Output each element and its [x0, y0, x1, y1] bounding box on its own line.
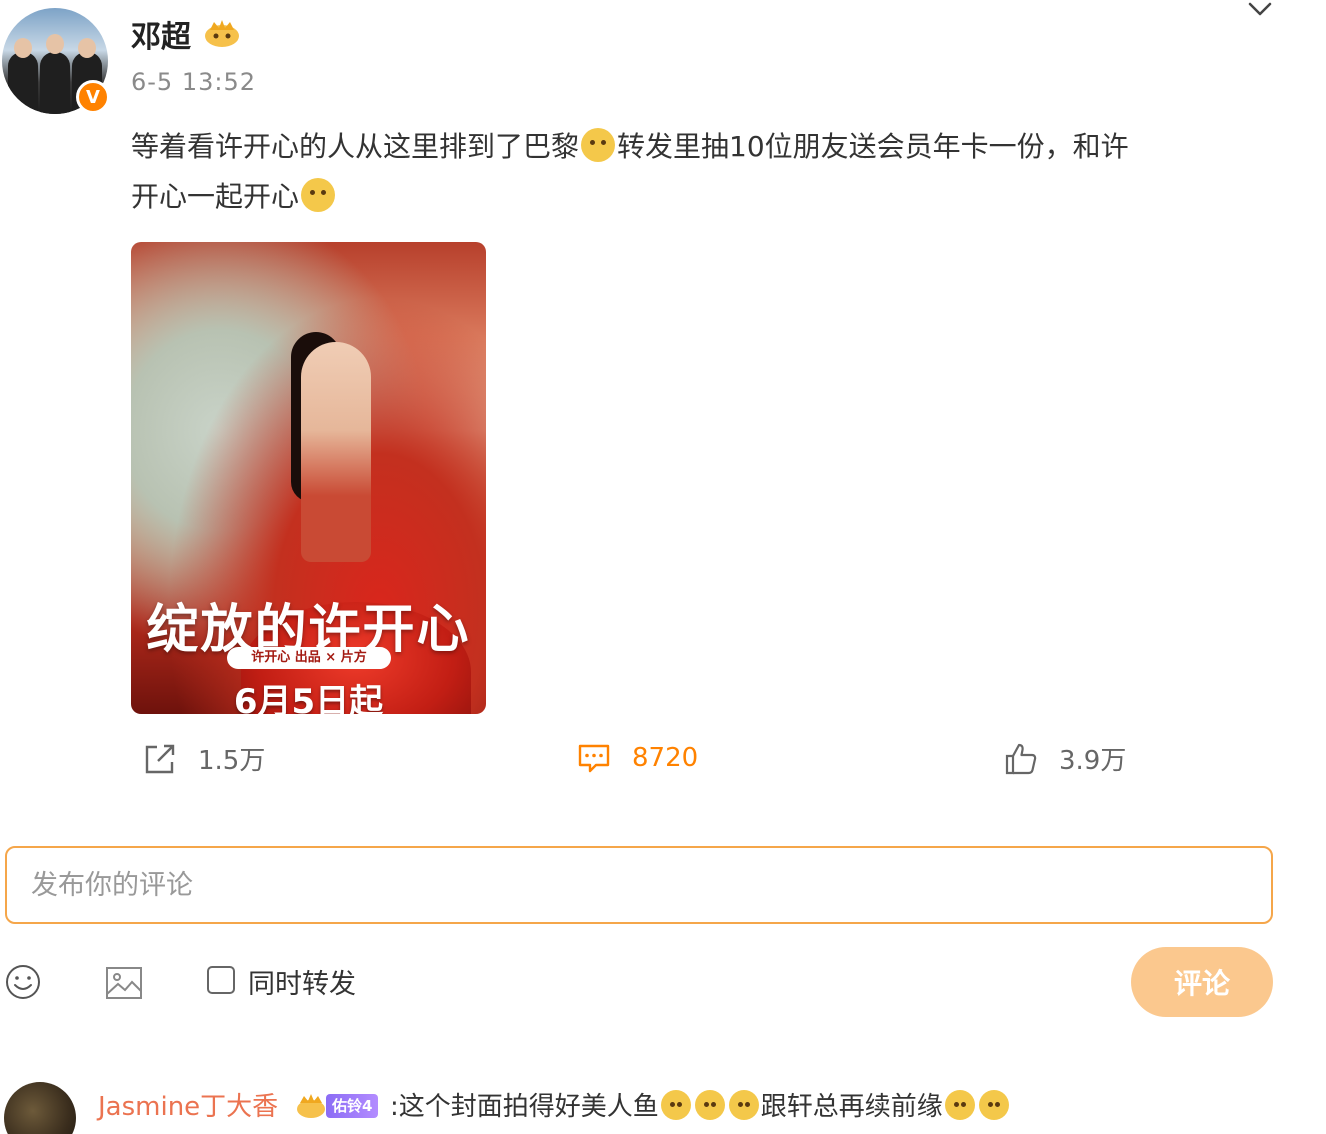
post-image[interactable]: 绽放的许开心 许开心 出品 × 片方 6月5日起: [131, 242, 486, 714]
avatar-head: [46, 34, 64, 54]
doge-emoji-icon: [581, 128, 616, 162]
poster-date: 6月5日起: [233, 682, 384, 714]
comment-count: 8720: [632, 743, 699, 773]
crying-laugh-emoji-icon: [660, 1090, 691, 1120]
comment-button[interactable]: 8720: [576, 740, 698, 776]
post-timestamp: 6-5 13:52: [131, 68, 256, 96]
poster-banner: 许开心 出品 × 片方: [227, 647, 391, 669]
comment-text: :这个封面拍得好美人鱼 跟轩总再续前缘: [390, 1086, 1011, 1123]
like-count: 3.9万: [1059, 746, 1127, 776]
repost-count: 1.5万: [198, 746, 266, 776]
doge-emoji-icon: [944, 1090, 975, 1120]
crown-icon: [297, 1094, 325, 1118]
like-button[interactable]: 3.9万: [1003, 740, 1126, 777]
avatar-figure: [8, 52, 38, 114]
chevron-down-icon[interactable]: [1244, 0, 1276, 22]
like-icon: [1005, 743, 1037, 774]
post-text: 等着看许开心的人从这里排到了巴黎 转发里抽10位朋友送会员年卡一份，和许 开心一起…: [131, 122, 1271, 222]
crying-laugh-emoji-icon: [728, 1090, 759, 1120]
comment-input[interactable]: [5, 846, 1273, 924]
repost-checkbox[interactable]: [207, 966, 235, 994]
repost-button[interactable]: 1.5万: [142, 740, 265, 777]
submit-comment-button[interactable]: 评论: [1131, 947, 1273, 1017]
post-text-part: 转发里抽10位朋友送会员年卡一份，和许: [617, 130, 1129, 163]
crown-icon: [205, 20, 239, 47]
avatar-head: [78, 38, 96, 58]
crying-laugh-emoji-icon: [694, 1090, 725, 1120]
verified-icon: V: [76, 80, 110, 114]
emoji-icon[interactable]: [4, 963, 42, 1001]
comment-text-part: :这个封面拍得好美人鱼: [390, 1092, 659, 1122]
comment-text-part: 跟轩总再续前缘: [760, 1092, 943, 1122]
avatar-head: [14, 38, 32, 58]
image-icon[interactable]: [104, 963, 144, 1003]
comment-avatar[interactable]: [4, 1082, 76, 1134]
avatar-figure: [40, 52, 70, 114]
post-text-part: 开心一起开心: [131, 180, 300, 213]
repost-checkbox-label[interactable]: 同时转发: [248, 962, 356, 1001]
comment-icon: [578, 744, 610, 773]
weibo-post-page: V 邓超 6-5 13:52 等着看许开心的人从这里排到了巴黎 转发里抽10位朋友…: [0, 0, 1326, 1134]
poster-figure: [301, 342, 371, 562]
username[interactable]: 邓超: [131, 12, 191, 56]
doge-emoji-icon: [978, 1090, 1009, 1120]
post-text-part: 等着看许开心的人从这里排到了巴黎: [131, 130, 580, 163]
doge-emoji-icon: [301, 178, 336, 212]
fan-level-badge: 佑铃4: [326, 1094, 379, 1118]
comment-username[interactable]: Jasmine丁大香: [98, 1086, 278, 1123]
repost-icon: [145, 744, 175, 773]
